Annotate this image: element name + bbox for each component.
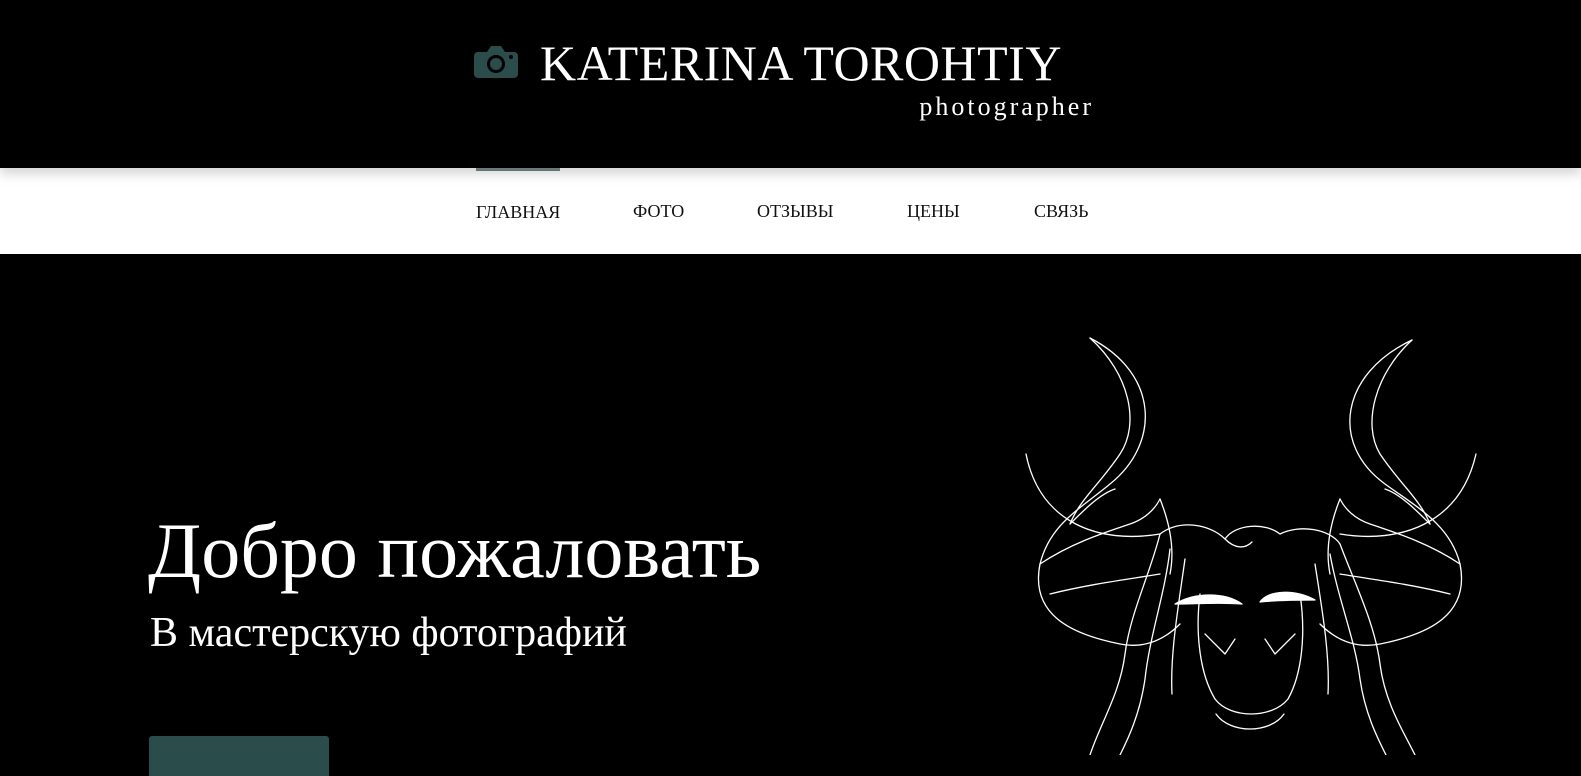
hero-cta-button[interactable] [149,736,329,776]
hero-section: Добро пожаловать В мастерскую фотографий [0,254,1581,776]
nav-item-reviews[interactable]: ОТЗЫВЫ [757,168,833,254]
nav-item-contact[interactable]: СВЯЗЬ [1034,168,1088,254]
nav-item-photo[interactable]: ФОТО [633,168,684,254]
horned-figure-illustration [1025,337,1477,755]
nav-item-home[interactable]: ГЛАВНАЯ [476,168,561,257]
site-header: KATERINA TOROHTIY photographer [0,0,1581,168]
hero-title: Добро пожаловать [148,507,762,594]
hero-subtitle: В мастерскую фотографий [150,610,627,656]
camera-icon[interactable] [474,44,518,78]
brand-name[interactable]: KATERINA TOROHTIY [540,34,1062,92]
brand-tagline: photographer [919,92,1094,121]
main-nav: ГЛАВНАЯ ФОТО ОТЗЫВЫ ЦЕНЫ СВЯЗЬ [0,168,1581,254]
nav-item-prices[interactable]: ЦЕНЫ [907,168,960,254]
